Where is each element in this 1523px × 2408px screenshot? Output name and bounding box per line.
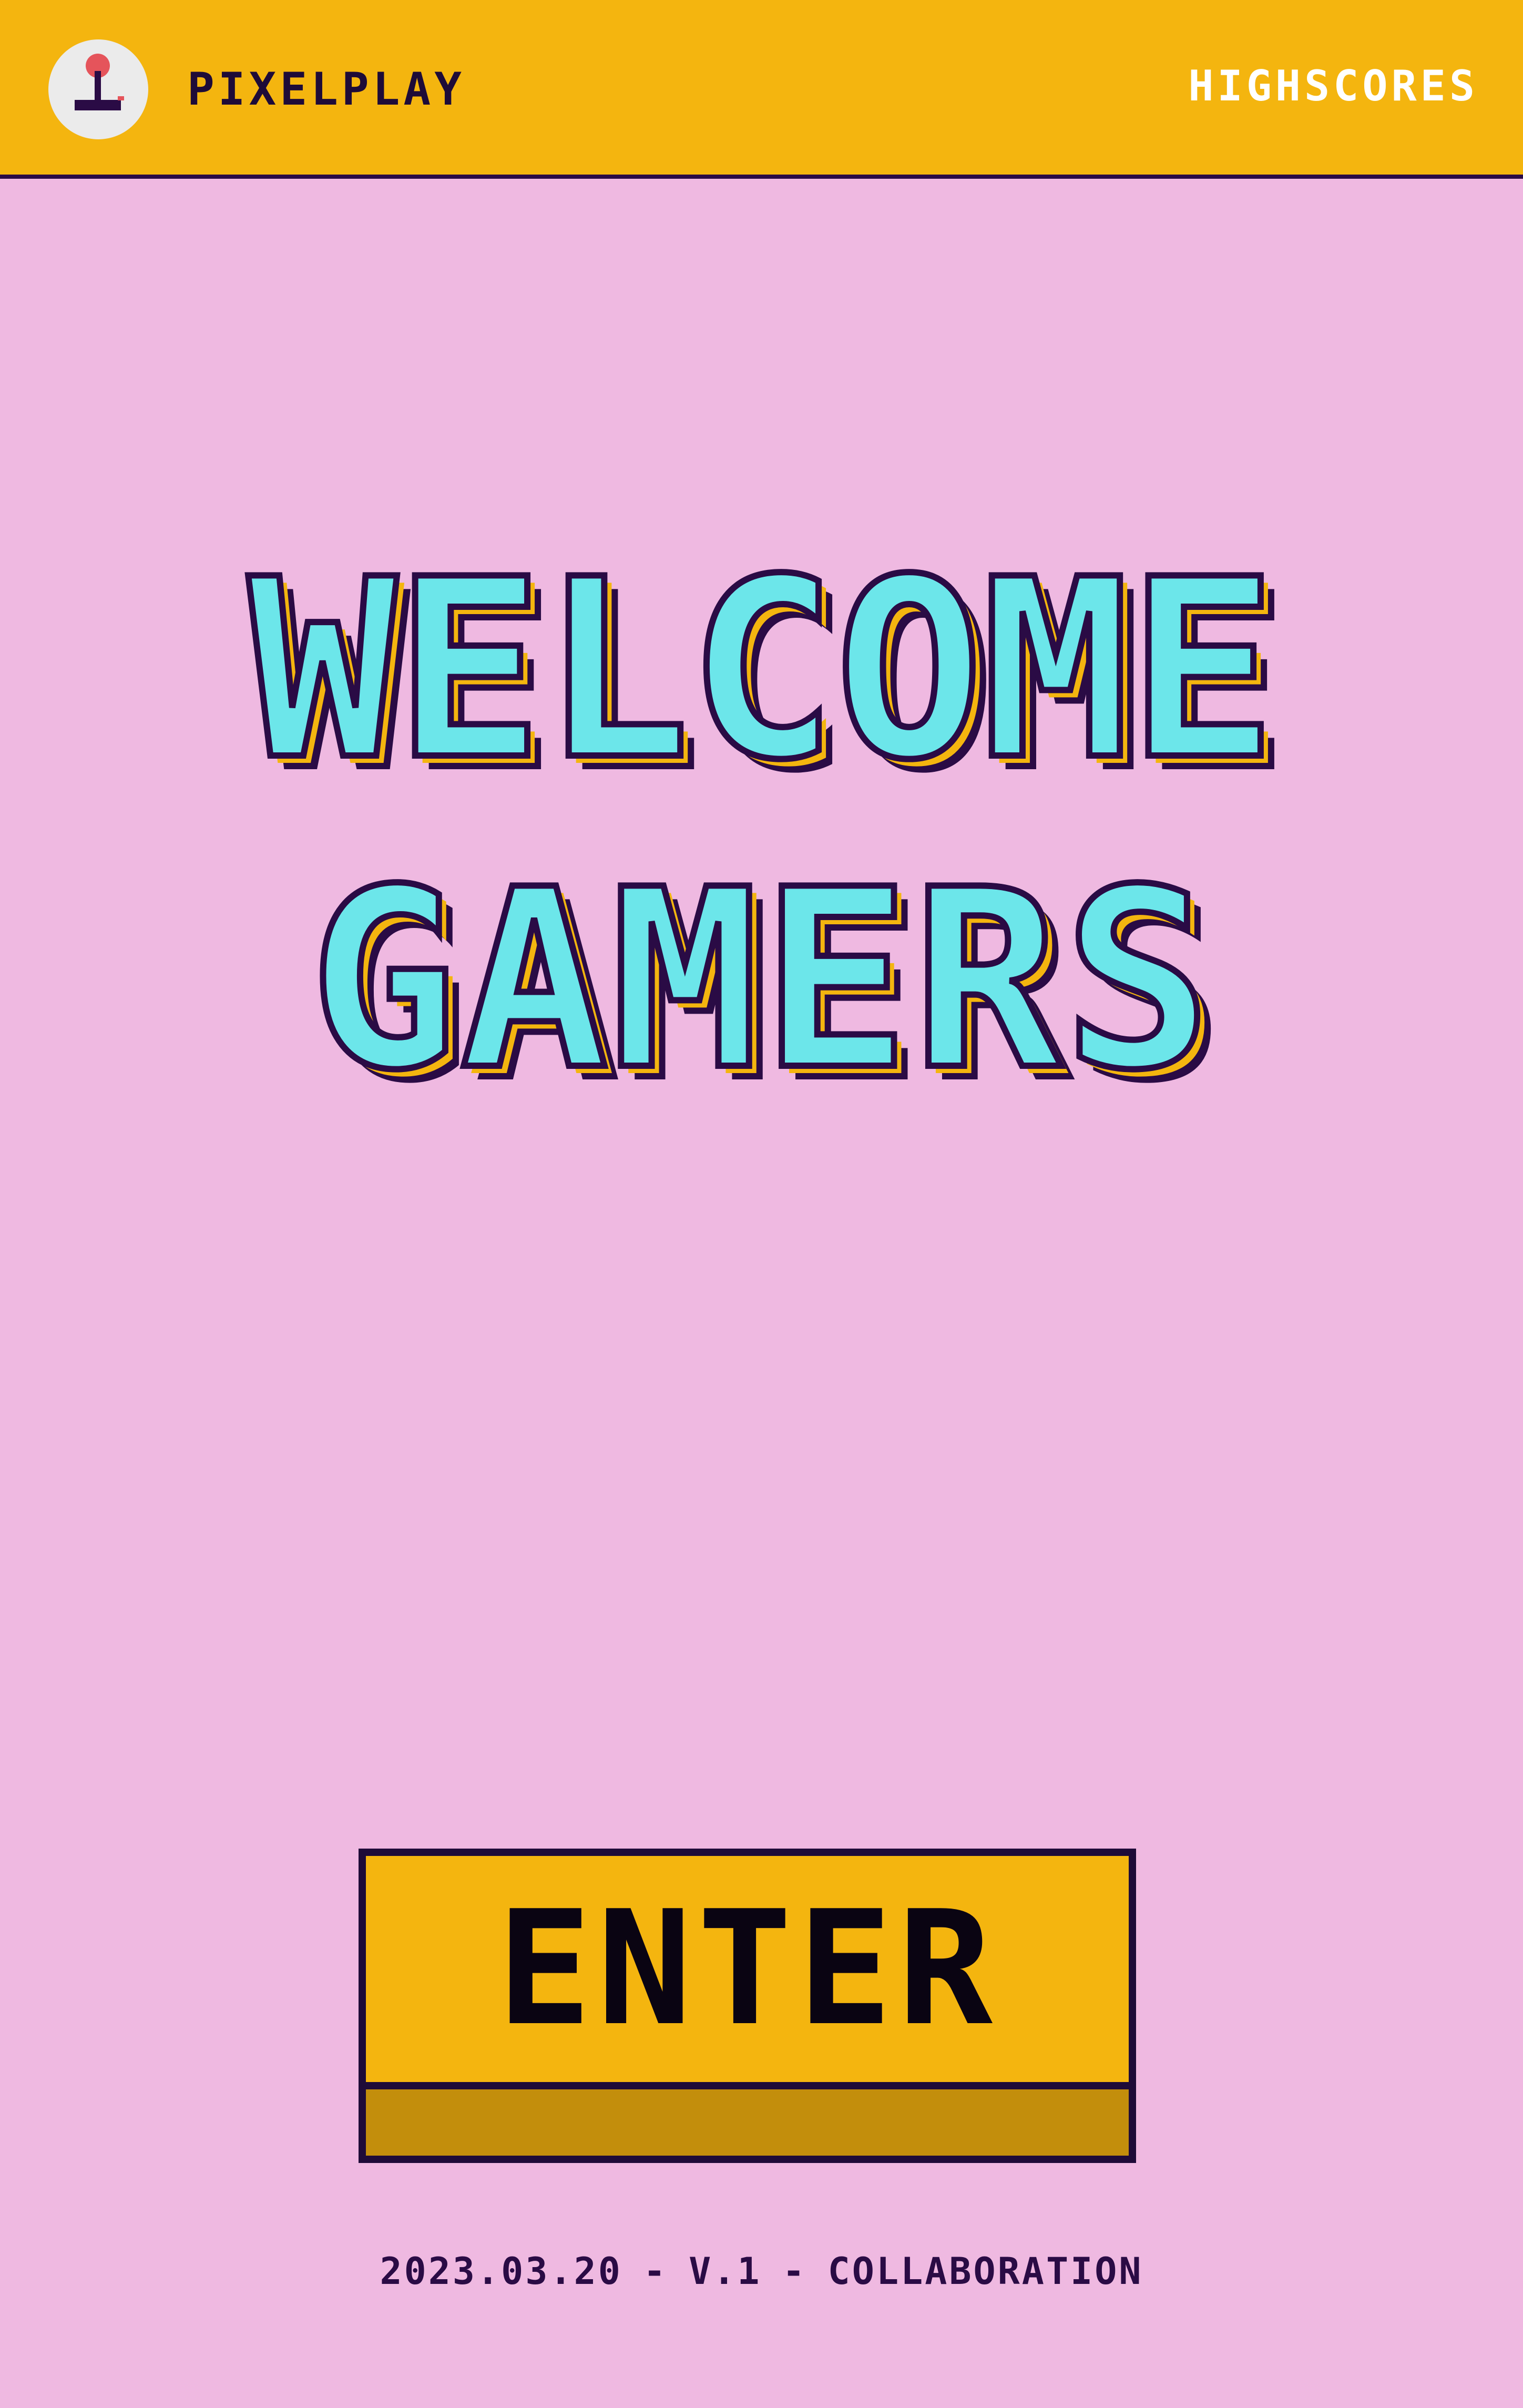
hero-title-line-2: GAMERS bbox=[306, 836, 1215, 1124]
footer-note: COLLABORATION bbox=[827, 2250, 1143, 2293]
top-bar: PIXELPLAY HIGHSCORES bbox=[0, 0, 1523, 179]
joystick-icon bbox=[75, 54, 124, 110]
enter-button-label: ENTER bbox=[496, 1877, 998, 2060]
brand-name[interactable]: PIXELPLAY bbox=[187, 62, 465, 117]
hero-section: WELCOME GAMERS bbox=[0, 179, 1523, 1809]
highscores-link[interactable]: HIGHSCORES bbox=[1188, 60, 1478, 113]
footer-version: V.1 bbox=[689, 2250, 762, 2293]
enter-button-shadow bbox=[359, 2082, 1136, 2163]
enter-button[interactable]: ENTER bbox=[359, 1849, 1136, 2163]
logo-badge[interactable] bbox=[48, 39, 148, 139]
hero-title-line-1: WELCOME bbox=[245, 526, 1280, 814]
footer-separator: - bbox=[643, 2250, 668, 2293]
footer-separator: - bbox=[782, 2250, 807, 2293]
footer-date: 2023.03.20 bbox=[380, 2250, 622, 2293]
footer-meta: 2023.03.20- V.1- COLLABORATION bbox=[0, 2248, 1523, 2295]
